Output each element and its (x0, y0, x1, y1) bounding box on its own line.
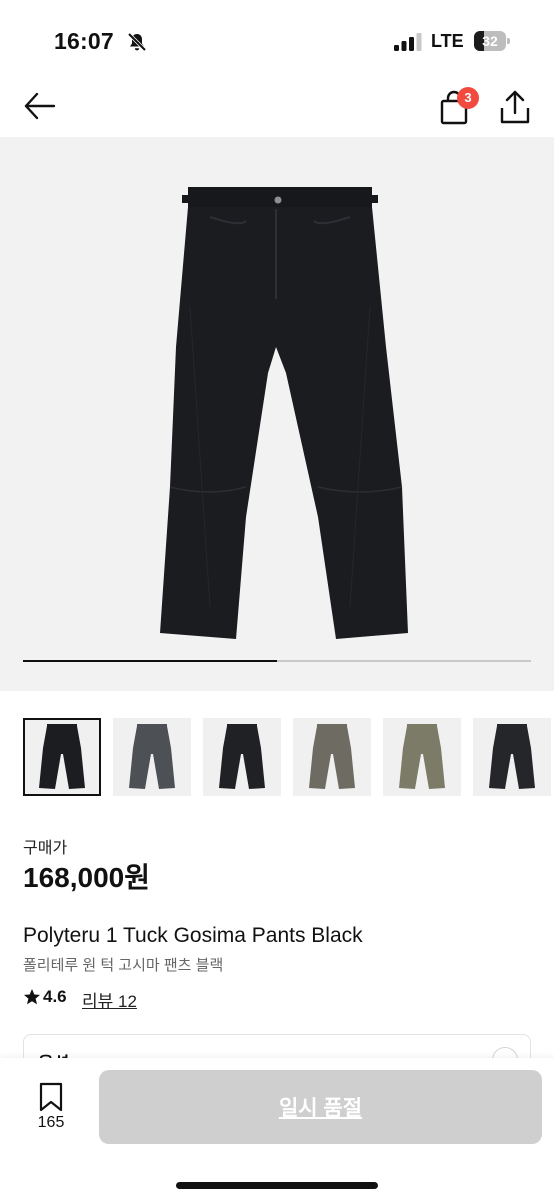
thumbnail-image (309, 724, 355, 789)
thumbnail-pants-khaki[interactable] (383, 718, 461, 796)
status-time: 16:07 (54, 28, 114, 54)
cart-badge: 3 (457, 87, 479, 109)
price-value: 168,000원 (23, 862, 150, 893)
back-arrow-icon[interactable] (22, 88, 58, 124)
thumbnail-image (489, 724, 535, 789)
sold-out-button[interactable]: 일시 품절 (99, 1070, 542, 1144)
review-link[interactable]: 리뷰 12 (82, 987, 137, 1012)
gallery-progress-bar (23, 660, 277, 662)
thumbnail-strip (23, 718, 554, 798)
product-subtitle: 폴리테루 원 턱 고시마 팬츠 블랙 (23, 957, 224, 974)
thumbnail-image (39, 724, 85, 789)
signal-bars-icon (394, 33, 422, 51)
thumbnail-image (219, 724, 265, 789)
bell-slash-icon (127, 32, 147, 52)
network-type: LTE (431, 31, 464, 51)
rating-value: 4.6 (43, 987, 67, 1006)
thumbnail-pants-black-washed[interactable] (203, 718, 281, 796)
battery-icon: 32 (474, 31, 510, 51)
gallery-progress-track (23, 660, 531, 662)
share-icon[interactable] (498, 88, 532, 128)
thumbnail-pants-grey[interactable] (293, 718, 371, 796)
battery-percent: 32 (482, 33, 498, 49)
wishlist-button[interactable]: 165 (20, 1080, 82, 1140)
thumbnail-pants-black[interactable] (23, 718, 101, 796)
thumbnail-pants-black-2[interactable] (473, 718, 551, 796)
product-title: Polyteru 1 Tuck Gosima Pants Black (23, 924, 363, 947)
thumbnail-pants-charcoal[interactable] (113, 718, 191, 796)
wishlist-count: 165 (37, 1114, 65, 1131)
bottom-action-bar: 165 일시 품절 (0, 1058, 554, 1200)
thumbnail-image (399, 724, 445, 789)
star-icon (24, 989, 40, 1005)
product-gallery[interactable] (0, 137, 554, 691)
home-indicator (176, 1182, 378, 1189)
thumbnail-image (129, 724, 175, 789)
status-bar: 16:07 LTE 32 (0, 0, 554, 80)
bookmark-icon (39, 1082, 63, 1112)
price-label: 구매가 (23, 840, 68, 857)
product-image (160, 187, 408, 639)
